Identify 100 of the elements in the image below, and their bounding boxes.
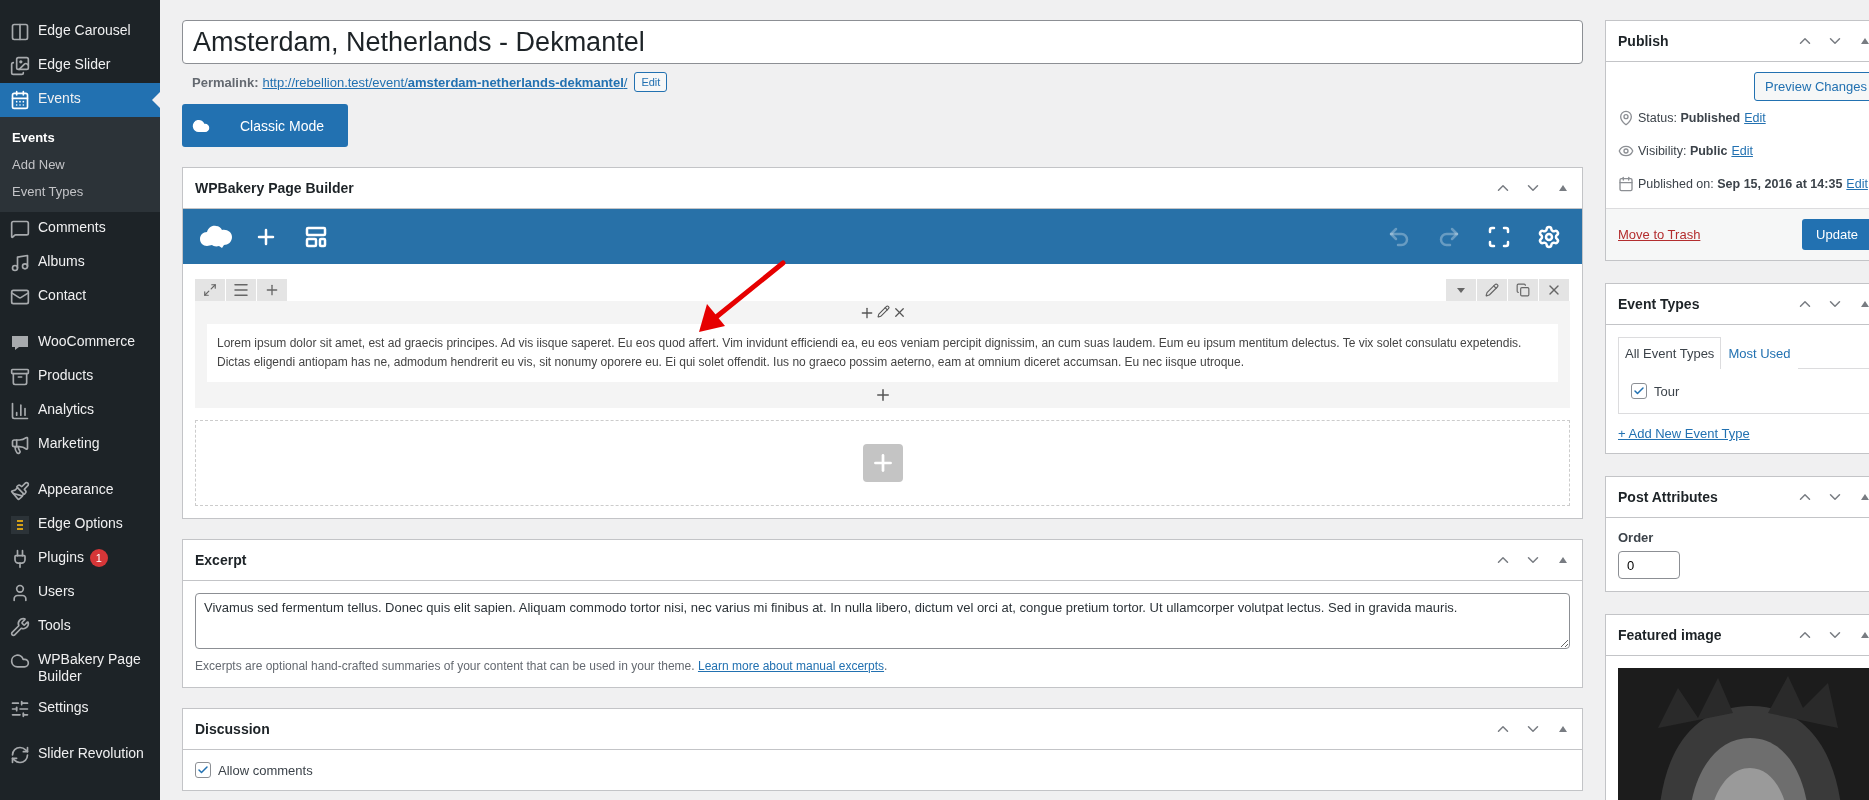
wrench-icon bbox=[10, 617, 30, 637]
expand-arrows-icon bbox=[203, 283, 217, 297]
calendar-icon bbox=[10, 90, 30, 110]
collapse-icon[interactable] bbox=[1860, 493, 1869, 501]
sidebar-item[interactable]: Albums bbox=[0, 246, 160, 280]
row-delete-button[interactable] bbox=[1539, 279, 1569, 301]
sidebar-item[interactable]: Appearance bbox=[0, 474, 160, 508]
check-icon bbox=[197, 764, 209, 776]
sidebar-label: Comments bbox=[38, 219, 106, 236]
preview-button[interactable]: Preview Changes bbox=[1754, 72, 1869, 101]
excerpt-field[interactable]: Vivamus sed fermentum tellus. Donec quis elit sapien. Aliquam commodo tortor nisi, nec varius mi finibus at. In nulla libero, dictum vel orci at, congue pretium tortor. Ut ullamcorper volutpat lectus. Sed in gravida mauris. bbox=[195, 593, 1570, 649]
row-clone-button[interactable] bbox=[1508, 279, 1538, 301]
category-tab[interactable]: All Event Types bbox=[1618, 337, 1722, 369]
add-column-button[interactable] bbox=[257, 279, 287, 301]
publish-info: Published on: Sep 15, 2016 at 14:35 bbox=[1638, 176, 1843, 191]
megaphone-icon bbox=[10, 435, 30, 455]
sidebar-label: Edge Slider bbox=[38, 56, 111, 73]
publish-info: Visibility: Public bbox=[1638, 143, 1728, 158]
sidebar-item[interactable]: Users bbox=[0, 576, 160, 610]
music-note-icon bbox=[10, 253, 30, 273]
edit-link[interactable]: Edit bbox=[1744, 110, 1766, 125]
sidebar-label: Events bbox=[38, 90, 81, 107]
columns-icon bbox=[10, 22, 30, 42]
cloud-logo-icon bbox=[199, 223, 233, 250]
edit-link[interactable]: Edit bbox=[1731, 143, 1753, 158]
checkbox[interactable] bbox=[1631, 383, 1647, 399]
paintbrush-icon bbox=[10, 481, 30, 501]
collapse-icon[interactable] bbox=[1860, 300, 1869, 308]
submenu-item[interactable]: Add New bbox=[0, 151, 160, 178]
checkbox-label: Tour bbox=[1654, 383, 1680, 399]
sidebar-item[interactable]: Settings bbox=[0, 692, 160, 726]
sidebar-label: Analytics bbox=[38, 401, 95, 418]
sidebar-item[interactable]: Plugins 1 bbox=[0, 542, 160, 576]
bar-chart-icon bbox=[10, 401, 30, 421]
collapse-icon[interactable] bbox=[1558, 725, 1568, 733]
box-title: Discussion bbox=[195, 721, 271, 737]
sidebar-item[interactable]: Edge Carousel bbox=[0, 15, 160, 49]
collapse-icon[interactable] bbox=[1558, 556, 1568, 564]
check-icon bbox=[1633, 385, 1645, 397]
sidebar-item[interactable]: Comments bbox=[0, 212, 160, 246]
sidebar-item[interactable]: Tools bbox=[0, 610, 160, 644]
sidebar-label: Marketing bbox=[38, 435, 100, 452]
classic-mode-button[interactable]: Classic Mode bbox=[182, 104, 349, 147]
sidebar-label: Settings bbox=[38, 699, 89, 716]
edit-element-button[interactable] bbox=[876, 305, 890, 321]
archive-icon bbox=[10, 367, 30, 387]
checkbox[interactable] bbox=[195, 762, 211, 778]
row-edit-button[interactable] bbox=[1477, 279, 1507, 301]
box-title: Featured image bbox=[1618, 627, 1723, 643]
drag-lines-icon bbox=[232, 281, 250, 299]
permalink-link[interactable]: http://rebellion.test/event/amsterdam-netherlands-dekmantel/ bbox=[262, 74, 628, 90]
settings-icon bbox=[1537, 224, 1561, 249]
sidebar-item[interactable]: WooCommerce bbox=[0, 326, 160, 360]
edit-button[interactable]: Edit bbox=[634, 72, 668, 92]
images-icon bbox=[10, 56, 30, 76]
sidebar-label: Plugins 1 bbox=[38, 549, 108, 567]
sidebar-item[interactable]: Edge Slider bbox=[0, 49, 160, 83]
user-icon bbox=[10, 583, 30, 603]
sidebar-item[interactable]: Slider Revolution bbox=[0, 738, 160, 772]
pencil-icon bbox=[1485, 283, 1499, 297]
title-field[interactable]: Amsterdam, Netherlands - Dekmantel bbox=[182, 20, 1583, 64]
sidebar-label: WPBakery Page Builder bbox=[38, 651, 142, 685]
submenu-item[interactable]: Events bbox=[0, 124, 160, 151]
collapse-icon[interactable] bbox=[1860, 631, 1869, 639]
sidebar-item[interactable]: Events bbox=[0, 83, 160, 117]
edit-link[interactable]: Edit bbox=[1846, 176, 1868, 191]
row-drag-handle[interactable] bbox=[226, 279, 256, 301]
row-toggle-button[interactable] bbox=[1446, 279, 1476, 301]
sidebar-label: Contact bbox=[38, 287, 87, 304]
add-icon bbox=[264, 282, 280, 298]
sidebar-item[interactable]: Marketing bbox=[0, 428, 160, 462]
count-badge: 1 bbox=[89, 549, 108, 567]
fullscreen-icon bbox=[1487, 224, 1511, 249]
sidebar-item[interactable]: Products bbox=[0, 360, 160, 394]
sidebar-item[interactable]: WPBakery Page Builder bbox=[0, 644, 160, 692]
row-move-button[interactable] bbox=[195, 279, 225, 301]
order-field[interactable]: 0 bbox=[1618, 551, 1680, 579]
add-new-link[interactable]: + Add New Event Type bbox=[1618, 426, 1750, 441]
bubble-icon bbox=[10, 333, 30, 353]
sidebar-item[interactable]: Analytics bbox=[0, 394, 160, 428]
speech-bubble-icon bbox=[10, 219, 30, 239]
collapse-icon[interactable] bbox=[1860, 37, 1869, 45]
order-label: Order bbox=[1618, 530, 1655, 545]
trash-link[interactable]: Move to Trash bbox=[1618, 227, 1701, 242]
sidebar-label: Edge Carousel bbox=[38, 22, 131, 39]
sidebar-item[interactable]: Edge Options bbox=[0, 508, 160, 542]
copy-icon bbox=[1516, 283, 1530, 297]
refresh-icon bbox=[10, 745, 30, 765]
publish-info: Status: Published bbox=[1638, 110, 1741, 125]
update-button[interactable]: Update bbox=[1802, 219, 1869, 250]
sidebar-item[interactable]: Contact bbox=[0, 280, 160, 314]
envelope-icon bbox=[10, 287, 30, 307]
bars-icon bbox=[10, 515, 30, 535]
submenu-item[interactable]: Event Types bbox=[0, 178, 160, 205]
box-title: Post Attributes bbox=[1618, 489, 1719, 505]
help-text: Excerpts are optional hand-crafted summaries of your content that can be used in your theme. Learn more about manual excerpts. bbox=[195, 659, 889, 673]
layout-icon bbox=[304, 224, 328, 249]
collapse-icon[interactable] bbox=[1558, 184, 1568, 192]
permalink-label: Permalink: bbox=[192, 74, 259, 90]
sidebar-label: Tools bbox=[38, 617, 71, 634]
